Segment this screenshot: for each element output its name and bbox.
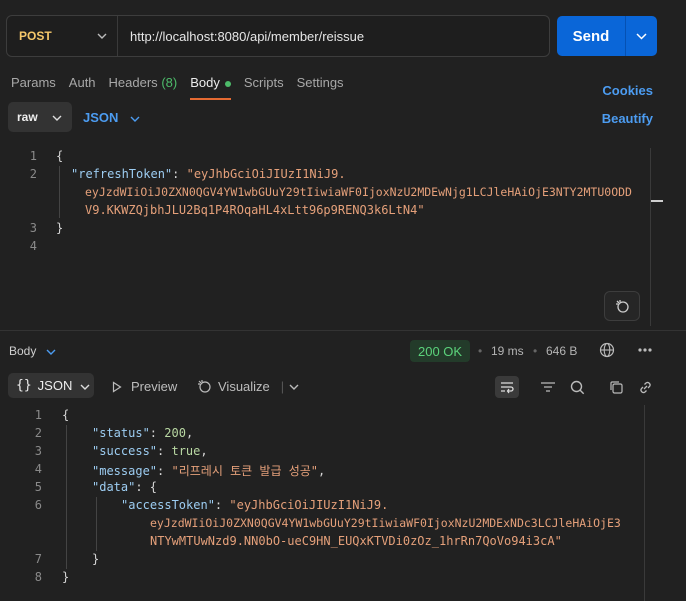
copy-button[interactable] xyxy=(604,376,628,398)
code-line: "message": "리프레시 토큰 발급 성공", xyxy=(92,464,326,478)
response-size[interactable]: 646 B xyxy=(546,344,577,358)
copy-icon xyxy=(609,380,623,394)
divider: | xyxy=(280,379,285,394)
filter-icon xyxy=(541,382,555,392)
line-number: 4 xyxy=(34,462,42,476)
tab-params[interactable]: Params xyxy=(11,75,56,100)
code-brace: } xyxy=(56,221,64,235)
code-brace: } xyxy=(62,570,70,584)
visualize-icon xyxy=(198,380,211,393)
indent-guide xyxy=(96,497,97,551)
send-options-button[interactable] xyxy=(625,16,657,56)
code-line: "status": 200, xyxy=(92,426,194,440)
body-indicator-dot xyxy=(224,80,231,87)
line-number: 5 xyxy=(34,480,42,494)
code-brace: } xyxy=(92,552,100,566)
line-number: 2 xyxy=(34,426,42,440)
body-mode-select[interactable]: raw xyxy=(8,102,72,132)
code-brace: { xyxy=(56,149,64,163)
code-line: "refreshToken": "eyJhbGciOiJIUzI1NiJ9. xyxy=(71,167,346,181)
send-button-group: Send xyxy=(557,16,657,56)
beautify-link[interactable]: Beautify xyxy=(602,111,653,126)
indent-guide xyxy=(59,166,60,218)
separator-dot: • xyxy=(533,344,538,358)
link-icon xyxy=(639,381,651,393)
response-format-label: JSON xyxy=(37,378,73,393)
json-string-wrap: eyJzdWIiOiJ0ZXN0QGV4YW1wbGUuY29tIiwiaWF0… xyxy=(85,185,632,199)
url-input[interactable]: http://localhost:8080/api/member/reissue xyxy=(118,29,364,44)
tab-body[interactable]: Body xyxy=(190,75,231,100)
method-label: POST xyxy=(19,29,52,43)
scrollbar-thumb[interactable] xyxy=(651,200,663,202)
line-number: 8 xyxy=(34,570,42,584)
response-body-select[interactable]: Body xyxy=(9,344,56,358)
chevron-down-icon xyxy=(87,33,117,39)
send-button[interactable]: Send xyxy=(557,16,625,56)
chevron-down-icon xyxy=(130,110,140,125)
search-button[interactable] xyxy=(565,376,589,398)
line-number: 3 xyxy=(34,444,42,458)
tab-headers[interactable]: Headers (8) xyxy=(109,75,178,100)
chevron-down-icon xyxy=(636,32,647,40)
ai-assist-button[interactable] xyxy=(604,291,640,321)
tab-scripts[interactable]: Scripts xyxy=(244,75,284,100)
chevron-down-icon xyxy=(80,378,90,393)
request-tabs: Params Auth Headers (8) Body Scripts Set… xyxy=(11,75,357,100)
play-icon xyxy=(112,380,122,393)
chevron-down-icon xyxy=(46,344,56,358)
line-number: 2 xyxy=(29,167,37,181)
line-number: 3 xyxy=(29,221,37,235)
more-options-icon[interactable] xyxy=(637,343,653,360)
search-icon xyxy=(570,380,584,394)
line-number: 7 xyxy=(34,552,42,566)
code-brace: { xyxy=(62,408,70,422)
preview-button[interactable]: Preview xyxy=(112,379,177,394)
content-type-select[interactable]: JSON xyxy=(83,110,140,125)
json-key: "refreshToken" xyxy=(71,167,173,181)
filter-button[interactable] xyxy=(536,376,560,398)
code-line: "success": true, xyxy=(92,444,208,458)
editor-scrollbar[interactable] xyxy=(650,148,664,326)
globe-icon[interactable] xyxy=(599,342,615,361)
visualize-button[interactable]: Visualize | xyxy=(197,379,299,394)
code-line: "data": { xyxy=(92,480,158,494)
status-badge[interactable]: 200 OK xyxy=(410,340,471,362)
content-type-label: JSON xyxy=(83,110,119,125)
response-scrollbar[interactable] xyxy=(644,405,656,601)
response-format-select[interactable]: {} JSON xyxy=(8,373,94,398)
separator-dot: • xyxy=(478,344,483,358)
wrap-lines-button[interactable] xyxy=(495,376,519,398)
magic-icon xyxy=(616,300,629,313)
braces-icon: {} xyxy=(16,378,32,393)
method-select[interactable]: POST xyxy=(7,16,118,56)
line-number: 6 xyxy=(34,498,42,512)
body-mode-label: raw xyxy=(17,110,38,124)
wrap-icon xyxy=(501,382,514,394)
response-body-label: Body xyxy=(9,344,37,358)
tab-auth[interactable]: Auth xyxy=(69,75,96,100)
code-line: "accessToken": "eyJhbGciOiJIUzI1NiJ9. xyxy=(121,498,389,512)
json-string-wrap: V9.KKWZQjbhJLU2Bq1P4ROqaHL4xLtt96p9RENQ3… xyxy=(85,203,425,217)
line-number: 1 xyxy=(34,408,42,422)
json-string: "eyJhbGciOiJIUzI1NiJ9. xyxy=(186,167,346,181)
link-button[interactable] xyxy=(633,376,657,398)
json-string-wrap: eyJzdWIiOiJ0ZXN0QGV4YW1wbGUuY29tIiwiaWF0… xyxy=(150,516,621,530)
pane-divider[interactable] xyxy=(0,330,686,331)
chevron-down-icon xyxy=(52,110,62,124)
json-string-wrap: NTYwMTUwNzd9.NN0bO-ueC9HN_EUQxKTVDi0zOz_… xyxy=(150,534,562,548)
cookies-link[interactable]: Cookies xyxy=(602,83,653,98)
tab-settings[interactable]: Settings xyxy=(297,75,344,100)
response-time[interactable]: 19 ms xyxy=(491,344,524,358)
indent-guide xyxy=(66,425,67,569)
line-number: 1 xyxy=(29,149,37,163)
headers-count: (8) xyxy=(161,75,178,90)
chevron-down-icon xyxy=(289,384,299,390)
url-bar: POST http://localhost:8080/api/member/re… xyxy=(6,15,550,57)
line-number: 4 xyxy=(29,239,37,253)
